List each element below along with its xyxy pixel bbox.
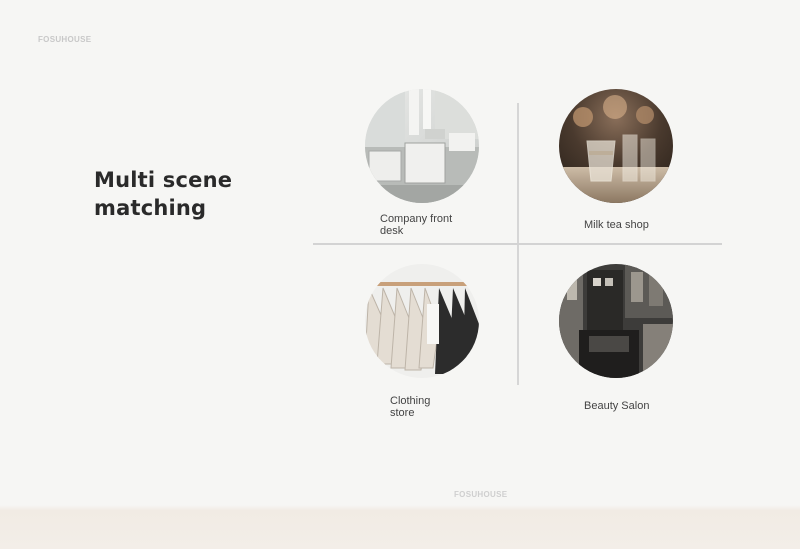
scene-label-beauty-salon: Beauty Salon xyxy=(584,400,649,412)
headline: Multi scene matching xyxy=(94,166,274,222)
scene-label-line: desk xyxy=(380,225,404,237)
headline-line-1: Multi scene xyxy=(94,168,233,192)
glass-cups-photo xyxy=(559,89,673,203)
office-desk-photo xyxy=(365,89,479,203)
scene-label-clothing-store: Clothing store xyxy=(390,395,430,419)
headline-line-2: matching xyxy=(94,196,207,220)
scene-label-line: Clothing xyxy=(390,395,431,407)
scene-label-line: Beauty Salon xyxy=(584,400,650,412)
brand-watermark-bottom: FOSUHOUSE xyxy=(454,490,508,499)
scene-label-line: store xyxy=(390,407,415,419)
clothes-hangers-photo xyxy=(365,264,479,378)
horizontal-divider xyxy=(313,243,722,245)
scene-label-line: Milk tea shop xyxy=(584,219,649,231)
brand-watermark-top: FOSUHOUSE xyxy=(38,35,92,44)
salon-interior-photo xyxy=(559,264,673,378)
scene-label-milk-tea-shop: Milk tea shop xyxy=(584,219,649,231)
scene-label-company-front-desk: Company front desk xyxy=(380,213,452,237)
scene-label-line: Company front xyxy=(380,213,453,225)
page: FOSUHOUSE Multi scene matching Company f… xyxy=(0,0,800,549)
